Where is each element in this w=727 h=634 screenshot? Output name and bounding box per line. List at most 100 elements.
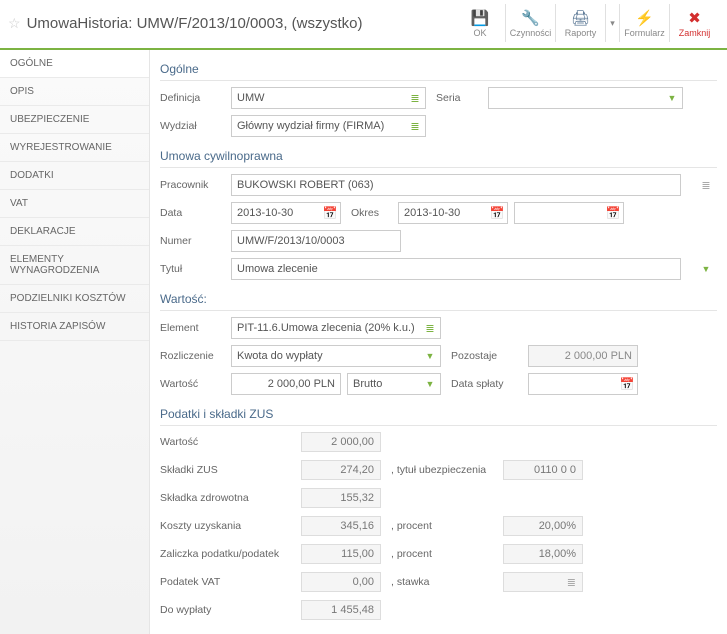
sidebar: OGÓLNEOPISUBEZPIECZENIEWYREJESTROWANIEDO… (0, 50, 150, 634)
zus-label: Koszty uzyskania (160, 520, 295, 532)
zus-label: Zaliczka podatku/podatek (160, 548, 295, 560)
zus-row: Składka zdrowotna 155,32 (160, 488, 717, 508)
label-rozliczenie: Rozliczenie (160, 350, 225, 362)
zus-value: 1 455,48 (301, 600, 381, 620)
zus-mid-label: , procent (387, 520, 497, 532)
zus-value2: 20,00% (503, 516, 583, 536)
zus-mid-label: , stawka (387, 576, 497, 588)
label-data: Data (160, 207, 225, 219)
wartosc-input[interactable] (231, 373, 341, 395)
main: Ogólne Definicja ≣ Seria ▼ Wydział ≣ Umo… (150, 50, 727, 634)
chevron-down-icon[interactable]: ▼ (664, 90, 680, 106)
zus-row: Zaliczka podatku/podatek 115,00 , procent 1… (160, 544, 717, 564)
ok-button[interactable]: 💾 OK (455, 4, 505, 42)
section-umowa: Umowa cywilnoprawna (160, 143, 717, 168)
sidebar-item[interactable]: ELEMENTY WYNAGRODZENIA (0, 246, 149, 285)
label-data-splaty: Data spłaty (447, 378, 522, 390)
sidebar-item[interactable]: VAT (0, 190, 149, 218)
body: OGÓLNEOPISUBEZPIECZENIEWYREJESTROWANIEDO… (0, 50, 727, 634)
zus-value2: ≣ (503, 572, 583, 592)
pracownik-input[interactable] (231, 174, 681, 196)
sidebar-item[interactable]: DEKLARACJE (0, 218, 149, 246)
zus-label: Składka zdrowotna (160, 492, 295, 504)
sidebar-item[interactable]: WYREJESTROWANIE (0, 134, 149, 162)
list-icon[interactable]: ≣ (422, 320, 438, 336)
zus-value: 115,00 (301, 544, 381, 564)
label-element: Element (160, 322, 225, 334)
ok-label: OK (473, 28, 486, 38)
formularz-button[interactable]: ⚡ Formularz (619, 4, 669, 42)
calendar-icon[interactable]: 📅 (322, 205, 338, 221)
zamknij-label: Zamknij (679, 28, 711, 38)
chevron-down-icon[interactable]: ▼ (698, 261, 714, 277)
zus-label: Podatek VAT (160, 576, 295, 588)
raporty-label: Raporty (565, 28, 597, 38)
label-definicja: Definicja (160, 92, 225, 104)
section-ogolne: Ogólne (160, 56, 717, 81)
label-okres: Okres (347, 207, 392, 219)
zus-mid-label: , procent (387, 548, 497, 560)
zus-value2: 0110 0 0 (503, 460, 583, 480)
bolt-icon: ⚡ (635, 9, 654, 27)
wrench-icon: 🔧 (521, 9, 540, 27)
header-title-area: ☆ UmowaHistoria: UMW/F/2013/10/0003, (ws… (8, 15, 455, 32)
zus-row: Składki ZUS 274,20 , tytuł ubezpieczenia 01… (160, 460, 717, 480)
close-icon: ✖ (688, 9, 701, 27)
zus-value: 155,32 (301, 488, 381, 508)
zus-row: Wartość 2 000,00 (160, 432, 717, 452)
zus-row: Podatek VAT 0,00 , stawka ≣ (160, 572, 717, 592)
list-icon[interactable]: ≣ (407, 90, 423, 106)
element-input[interactable] (231, 317, 441, 339)
label-pracownik: Pracownik (160, 179, 225, 191)
formularz-label: Formularz (624, 28, 665, 38)
zus-value: 2 000,00 (301, 432, 381, 452)
section-wartosc: Wartość: (160, 286, 717, 311)
czynnosci-button[interactable]: 🔧 Czynności (505, 4, 555, 42)
wydzial-input[interactable] (231, 115, 426, 137)
save-icon: 💾 (471, 9, 490, 27)
calendar-icon[interactable]: 📅 (605, 205, 621, 221)
list-icon[interactable]: ≣ (407, 118, 423, 134)
chevron-down-icon[interactable]: ▼ (422, 348, 438, 364)
czynnosci-label: Czynności (510, 28, 552, 38)
calendar-icon[interactable]: 📅 (619, 376, 635, 392)
sidebar-item[interactable]: HISTORIA ZAPISÓW (0, 313, 149, 341)
numer-input[interactable] (231, 230, 401, 252)
zus-label: Do wypłaty (160, 604, 295, 616)
label-pozostaje: Pozostaje (447, 350, 522, 362)
zus-value: 274,20 (301, 460, 381, 480)
label-wydzial: Wydział (160, 120, 225, 132)
zamknij-button[interactable]: ✖ Zamknij (669, 4, 719, 42)
seria-select[interactable] (488, 87, 683, 109)
pozostaje-value (528, 345, 638, 367)
zus-value: 0,00 (301, 572, 381, 592)
list-icon[interactable]: ≣ (567, 576, 576, 589)
zus-row: Koszty uzyskania345,16, procent20,00% (160, 516, 717, 536)
list-icon[interactable]: ≣ (698, 177, 714, 193)
zus-value2: 18,00% (503, 544, 583, 564)
sidebar-item[interactable]: DODATKI (0, 162, 149, 190)
sidebar-item[interactable]: OGÓLNE (0, 50, 149, 78)
toolbar: 💾 OK 🔧 Czynności 🖨 Raporty ▾ ⚡ Formularz… (455, 4, 719, 42)
zus-row: Do wypłaty 1 455,48 (160, 600, 717, 620)
zus-table: Wartość 2 000,00 Składki ZUS 274,20 , tytuł … (160, 432, 717, 620)
calendar-icon[interactable]: 📅 (489, 205, 505, 221)
raporty-button[interactable]: 🖨 Raporty (555, 4, 605, 42)
zus-label: Wartość (160, 436, 295, 448)
printer-icon: 🖨 (571, 9, 590, 27)
sidebar-item[interactable]: OPIS (0, 78, 149, 106)
sidebar-item[interactable]: UBEZPIECZENIE (0, 106, 149, 134)
star-icon[interactable]: ☆ (8, 15, 21, 32)
definicja-input[interactable] (231, 87, 426, 109)
raporty-dropdown[interactable]: ▾ (605, 4, 619, 42)
tytul-select[interactable] (231, 258, 681, 280)
chevron-down-icon[interactable]: ▼ (422, 376, 438, 392)
zus-label: Składki ZUS (160, 464, 295, 476)
label-numer: Numer (160, 235, 225, 247)
zus-mid-label: , tytuł ubezpieczenia (387, 464, 497, 476)
label-seria: Seria (432, 92, 482, 104)
sidebar-item[interactable]: PODZIELNIKI KOSZTÓW (0, 285, 149, 313)
label-wartosc: Wartość (160, 378, 225, 390)
page-title: UmowaHistoria: UMW/F/2013/10/0003, (wszy… (27, 15, 363, 32)
rozliczenie-select[interactable] (231, 345, 441, 367)
